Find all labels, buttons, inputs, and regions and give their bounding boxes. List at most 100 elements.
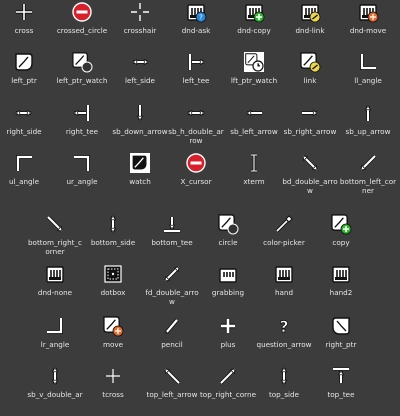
cursor-tile-sb-down-arrow[interactable]: sb_down_arrow (110, 101, 170, 153)
grabbing-icon (216, 262, 240, 286)
cursor-label: hand (274, 288, 294, 297)
cursor-tile-dnd-ask[interactable]: ? dnd-ask (166, 0, 226, 52)
cursor-tile-question-arrow[interactable]: ? question_arrow (254, 314, 314, 366)
cursor-label: dnd-none (37, 288, 73, 297)
hand-icon (272, 262, 296, 286)
cursor-label: sb_down_arrow (112, 127, 168, 136)
sb-h-double-arrow-icon (184, 101, 208, 125)
cursor-tile-sb-h-double-arrow[interactable]: sb_h_double_ar row (166, 101, 226, 153)
cursor-tile-bottom-tee[interactable]: bottom_tee (142, 212, 202, 264)
cursor-tile-right-side[interactable]: right_side (0, 101, 54, 153)
cursor-label: dnd-link (295, 26, 325, 35)
cursor-label: copy (332, 238, 350, 247)
cursor-tile-top-left-arrow[interactable]: top_left_arrow (142, 364, 202, 416)
cursor-tile-bottom-right-corner[interactable]: bottom_right_c orner (25, 212, 85, 264)
plus-icon (216, 314, 240, 338)
cursor-tile-dnd-none[interactable]: dnd-none (25, 262, 85, 314)
color-picker-icon (272, 212, 296, 236)
cursor-tile-plus[interactable]: plus (198, 314, 258, 366)
cursor-tile-hand[interactable]: hand (254, 262, 314, 314)
bottom-side-icon (101, 212, 125, 236)
sb-down-arrow-icon (128, 101, 152, 125)
cursor-label: pencil (161, 340, 183, 349)
cursor-label: bottom_tee (151, 238, 193, 247)
cursor-tile-tcross[interactable]: tcross (83, 364, 143, 416)
cursor-tile-xterm[interactable]: xterm (224, 151, 284, 203)
cursor-tile-link[interactable]: link (280, 50, 340, 102)
cursor-tile-copy[interactable]: copy (311, 212, 371, 264)
bottom-tee-icon (160, 212, 184, 236)
cursor-tile-move[interactable]: move (83, 314, 143, 366)
bottom-right-corner-icon (43, 212, 67, 236)
cursor-tile-left-ptr[interactable]: left_ptr (0, 50, 54, 102)
cursor-tile-ur-angle[interactable]: ur_angle (52, 151, 112, 203)
top-right-corner-icon (216, 364, 240, 388)
cursor-tile-sb-up-arrow[interactable]: sb_up_arrow (338, 101, 398, 153)
fd-double-arrow-icon (160, 262, 184, 286)
cursor-label: left_side (125, 76, 155, 85)
cursor-tile-sb-v-double-arrow[interactable]: sb_v_double_ar (25, 364, 85, 416)
cursor-label: ll_angle (354, 76, 382, 85)
cursor-tile-crossed-circle[interactable]: crossed_circle (52, 0, 112, 52)
pencil-icon (160, 314, 184, 338)
cursor-tile-sb-right-arrow[interactable]: sb_right_arrow (280, 101, 340, 153)
cursor-label: link (303, 76, 317, 85)
lft-ptr-watch-icon (242, 50, 266, 74)
cursor-grid: cross crossed_circle crosshair? dnd-ask dnd-… (0, 0, 400, 400)
cursor-tile-right-ptr[interactable]: right_ptr (311, 314, 371, 366)
cursor-tile-bd-double-arrow[interactable]: bd_double_arro w (280, 151, 340, 203)
cursor-label: dnd-move (349, 26, 387, 35)
svg-text:?: ? (199, 14, 203, 22)
cursor-tile-ll-angle[interactable]: ll_angle (338, 50, 398, 102)
cursor-tile-fd-double-arrow[interactable]: fd_double_arro w (142, 262, 202, 314)
cursor-tile-color-picker[interactable]: color-picker (254, 212, 314, 264)
cursor-tile-grabbing[interactable]: grabbing (198, 262, 258, 314)
copy-icon (329, 212, 353, 236)
cursor-tile-crosshair[interactable]: crosshair (110, 0, 170, 52)
cursor-label: crosshair (123, 26, 157, 35)
cursor-tile-left-ptr-watch[interactable]: left_ptr_watch (52, 50, 112, 102)
cursor-label: top_tee (327, 390, 355, 399)
bottom-left-corner-icon (356, 151, 380, 175)
cursor-tile-dnd-copy[interactable]: dnd-copy (224, 0, 284, 52)
hand2-icon (329, 262, 353, 286)
cursor-label: plus (220, 340, 236, 349)
cursor-tile-bottom-side[interactable]: bottom_side (83, 212, 143, 264)
cursor-tile-cross[interactable]: cross (0, 0, 54, 52)
cursor-label: watch (129, 177, 151, 186)
cursor-tile-left-side[interactable]: left_side (110, 50, 170, 102)
cursor-tile-dnd-move[interactable]: dnd-move (338, 0, 398, 52)
cursor-tile-circle[interactable]: circle (198, 212, 258, 264)
ll-angle-icon (356, 50, 380, 74)
cursor-tile-right-tee[interactable]: right_tee (52, 101, 112, 153)
cursor-tile-top-tee[interactable]: top_tee (311, 364, 371, 416)
cursor-tile-watch[interactable]: watch (110, 151, 170, 203)
cursor-label: sb_v_double_ar (27, 390, 83, 399)
cursor-label: cross (14, 26, 34, 35)
left-tee-icon (184, 50, 208, 74)
cursor-tile-left-tee[interactable]: left_tee (166, 50, 226, 102)
cursor-tile-ul-angle[interactable]: ul_angle (0, 151, 54, 203)
cursor-label: circle (218, 238, 238, 247)
xterm-icon (242, 151, 266, 175)
cursor-label: left_tee (182, 76, 210, 85)
cursor-label: dnd-ask (181, 26, 211, 35)
cursor-tile-dotbox[interactable]: dotbox (83, 262, 143, 314)
cursor-tile-dnd-link[interactable]: dnd-link (280, 0, 340, 52)
cursor-label: bottom_left_cor ner (339, 177, 397, 195)
cursor-tile-sb-left-arrow[interactable]: sb_left_arrow (224, 101, 284, 153)
cursor-tile-lr-angle[interactable]: lr_angle (25, 314, 85, 366)
cursor-tile-bottom-left-corner[interactable]: bottom_left_cor ner (338, 151, 398, 203)
cursor-label: question_arrow (256, 340, 312, 349)
cursor-label: move (102, 340, 124, 349)
right-side-icon (12, 101, 36, 125)
cursor-tile-top-side[interactable]: top_side (254, 364, 314, 416)
cursor-tile-hand2[interactable]: hand2 (311, 262, 371, 314)
cursor-label: top_right_corne (199, 390, 256, 399)
cursor-tile-lft-ptr-watch[interactable]: lft_ptr_watch (224, 50, 284, 102)
cursor-tile-top-right-corner[interactable]: top_right_corne (198, 364, 258, 416)
cursor-tile-x-cursor[interactable]: X_cursor (166, 151, 226, 203)
right-ptr-icon (329, 314, 353, 338)
left-ptr-icon (12, 50, 36, 74)
cursor-tile-pencil[interactable]: pencil (142, 314, 202, 366)
